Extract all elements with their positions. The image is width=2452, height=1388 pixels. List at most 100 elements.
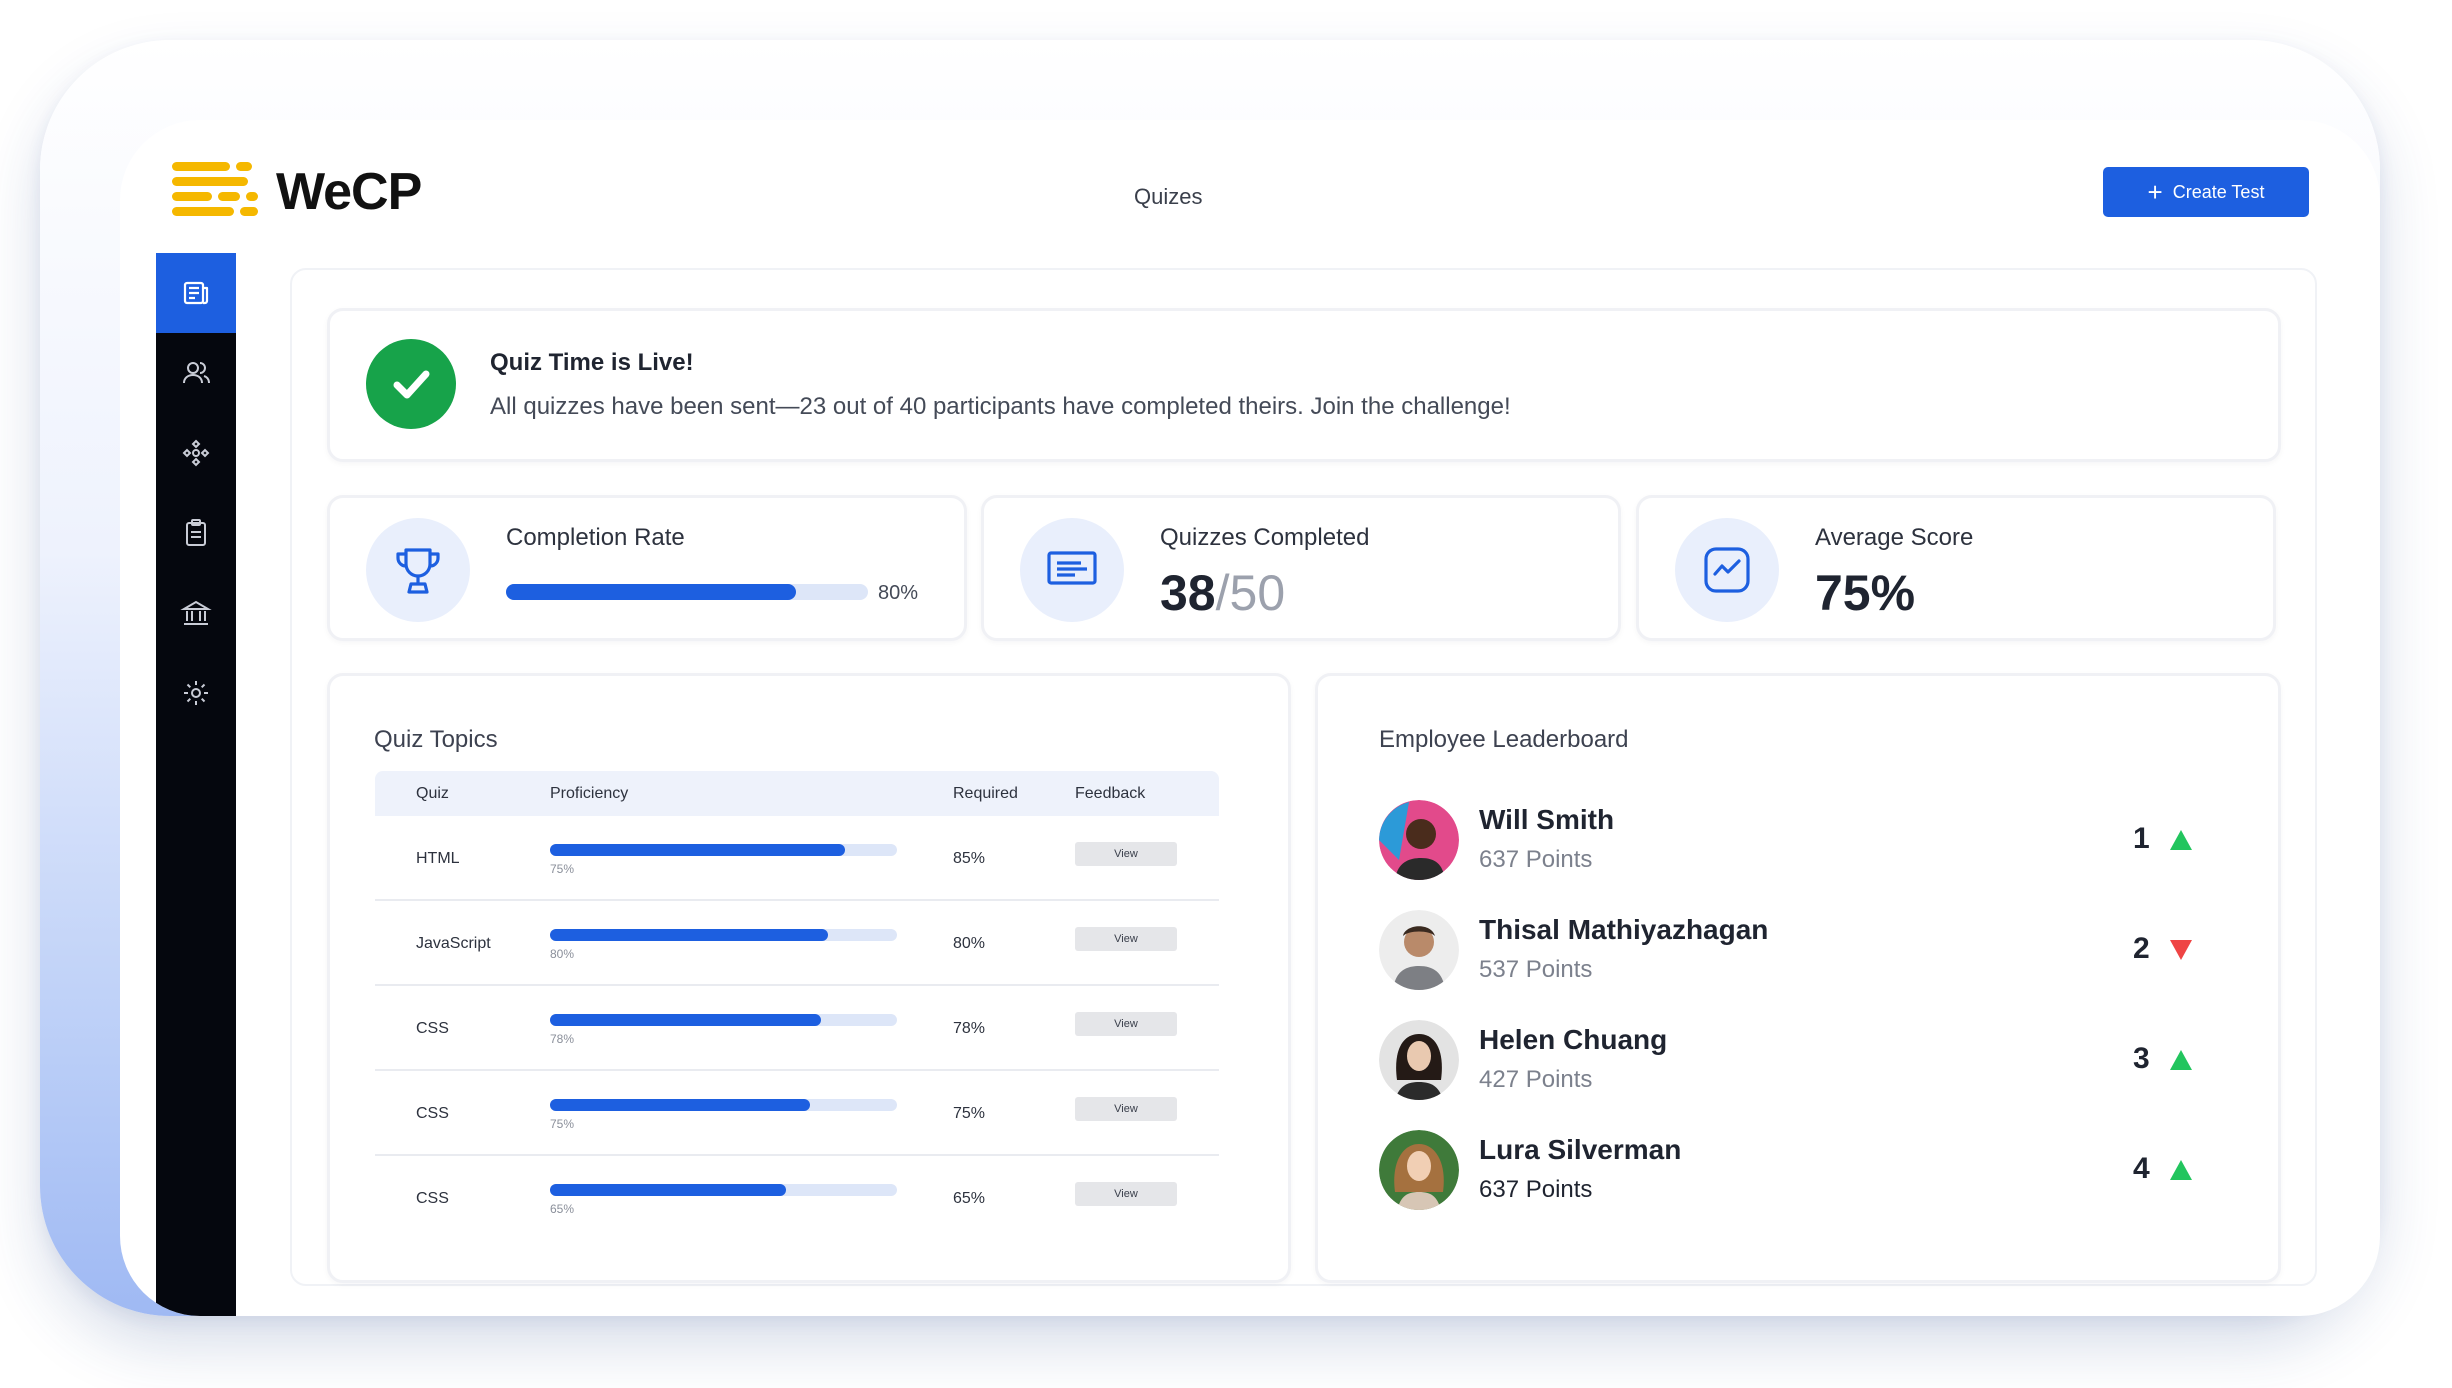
proficiency-bar — [550, 1099, 897, 1111]
proficiency-label: 78% — [550, 1032, 575, 1046]
gear-icon — [184, 681, 208, 705]
proficiency-bar — [550, 1014, 897, 1026]
completion-progress-fill — [506, 584, 796, 600]
network-icon — [182, 439, 210, 467]
table-row: JavaScript 80% 80% View — [375, 901, 1219, 986]
view-feedback-button[interactable]: View — [1075, 1012, 1177, 1036]
table-header: Quiz Proficiency Required Feedback — [375, 771, 1219, 816]
avatar — [1379, 1020, 1459, 1100]
trend-up-icon — [2170, 1050, 2192, 1070]
leaderboard-card: Employee Leaderboard Will Smith 637 Poin… — [1315, 673, 2281, 1283]
create-test-label: Create Test — [2172, 181, 2265, 202]
quizzes-completed-label: Quizzes Completed — [1160, 524, 1370, 551]
quizzes-completed-card: Quizzes Completed 38/50 — [981, 495, 1621, 641]
leaderboard-entry[interactable]: Will Smith 637 Points 1 — [1379, 800, 2239, 882]
message-icon — [1020, 518, 1124, 622]
required-score: 75% — [953, 1105, 986, 1122]
proficiency-bar — [550, 929, 897, 941]
proficiency-label: 65% — [550, 1202, 575, 1216]
banner-message: All quizzes have been sent—23 out of 40 … — [490, 393, 1511, 420]
completion-rate-value: 80% — [878, 582, 919, 604]
plus-icon: + — [2147, 177, 2163, 207]
required-score: 65% — [953, 1190, 986, 1207]
quiz-topics-card: Quiz Topics Quiz Proficiency Required Fe… — [327, 673, 1291, 1283]
column-header-quiz: Quiz — [416, 785, 449, 802]
quiz-topics-table: Quiz Proficiency Required Feedback HTML 7… — [375, 771, 1219, 1244]
leaderboard-rank: 2 — [2133, 932, 2150, 965]
document-icon — [183, 281, 209, 305]
average-score-card: Average Score 75% — [1636, 495, 2276, 641]
table-row: CSS 75% 75% View — [375, 1071, 1219, 1156]
sidebar-item-quizzes[interactable] — [156, 253, 236, 333]
column-header-required: Required — [953, 785, 1018, 802]
leaderboard-rank: 3 — [2133, 1042, 2150, 1075]
quizzes-total-count: /50 — [1215, 565, 1286, 621]
completion-rate-card: Completion Rate 80% — [327, 495, 967, 641]
trend-up-icon — [2170, 1160, 2192, 1180]
logo[interactable]: WeCP — [172, 160, 422, 224]
avatar — [1379, 800, 1459, 880]
table-row: CSS 78% 78% View — [375, 986, 1219, 1071]
device-frame: WeCP Quizes + Create Test Quiz Time is L… — [40, 40, 2380, 1316]
required-score: 78% — [953, 1020, 986, 1037]
leaderboard-points: 637 Points — [1479, 846, 1593, 873]
quiz-topics-title: Quiz Topics — [374, 726, 498, 753]
view-feedback-button[interactable]: View — [1075, 1182, 1177, 1206]
quizzes-completed-value: 38/50 — [1160, 564, 1285, 622]
quiz-name: CSS — [416, 1190, 449, 1207]
leaderboard-name: Will Smith — [1479, 804, 1615, 835]
completion-rate-label: Completion Rate — [506, 524, 685, 551]
average-score-value: 75% — [1815, 565, 1916, 621]
clipboard-icon — [186, 519, 206, 546]
page-title: Quizes — [1134, 184, 1203, 209]
leaderboard-name: Helen Chuang — [1479, 1024, 1668, 1055]
sidebar-item-users[interactable] — [156, 333, 236, 413]
sidebar — [156, 253, 236, 1316]
proficiency-label: 75% — [550, 1117, 575, 1131]
column-header-feedback: Feedback — [1075, 785, 1146, 802]
required-score: 85% — [953, 850, 986, 867]
sidebar-item-settings[interactable] — [156, 653, 236, 733]
table-row: HTML 75% 85% View — [375, 816, 1219, 901]
checkmark-icon — [366, 339, 456, 429]
completion-progress-bar — [506, 584, 868, 600]
trend-chart-icon — [1675, 518, 1779, 622]
banner-title: Quiz Time is Live! — [490, 349, 694, 376]
proficiency-fill — [550, 1099, 811, 1111]
avatar — [1379, 910, 1459, 990]
proficiency-label: 80% — [550, 947, 575, 961]
sidebar-item-network[interactable] — [156, 413, 236, 493]
trend-up-icon — [2170, 830, 2192, 850]
create-test-button[interactable]: + Create Test — [2103, 167, 2309, 217]
trend-down-icon — [2170, 940, 2192, 960]
quiz-name: CSS — [416, 1105, 449, 1122]
quiz-name: HTML — [416, 850, 460, 867]
proficiency-fill — [550, 929, 828, 941]
leaderboard-points: 637 Points — [1479, 1176, 1593, 1203]
bank-icon — [180, 600, 212, 625]
leaderboard-rank: 1 — [2133, 822, 2150, 855]
column-header-proficiency: Proficiency — [550, 785, 629, 802]
proficiency-fill — [550, 1184, 786, 1196]
app-window: WeCP Quizes + Create Test Quiz Time is L… — [120, 120, 2380, 1316]
view-feedback-button[interactable]: View — [1075, 1097, 1177, 1121]
quizzes-completed-count: 38 — [1160, 565, 1216, 621]
proficiency-bar — [550, 844, 897, 856]
leaderboard-rank: 4 — [2133, 1152, 2150, 1185]
view-feedback-button[interactable]: View — [1075, 842, 1177, 866]
logo-mark-icon — [172, 160, 262, 224]
proficiency-label: 75% — [550, 862, 575, 876]
leaderboard-name: Lura Silverman — [1479, 1134, 1682, 1165]
quiz-live-banner: Quiz Time is Live! All quizzes have been… — [327, 308, 2281, 462]
leaderboard-name: Thisal Mathiyazhagan — [1479, 914, 1769, 945]
quiz-name: JavaScript — [416, 935, 491, 952]
view-feedback-button[interactable]: View — [1075, 927, 1177, 951]
leaderboard-points: 427 Points — [1479, 1066, 1593, 1093]
leaderboard-entry[interactable]: Thisal Mathiyazhagan 537 Points 2 — [1379, 910, 2239, 992]
sidebar-item-bank[interactable] — [156, 573, 236, 653]
avatar — [1379, 1130, 1459, 1210]
leaderboard-entry[interactable]: Helen Chuang 427 Points 3 — [1379, 1020, 2239, 1102]
sidebar-item-clipboard[interactable] — [156, 493, 236, 573]
trophy-icon — [366, 518, 470, 622]
leaderboard-entry[interactable]: Lura Silverman 637 Points 4 — [1379, 1130, 2239, 1212]
